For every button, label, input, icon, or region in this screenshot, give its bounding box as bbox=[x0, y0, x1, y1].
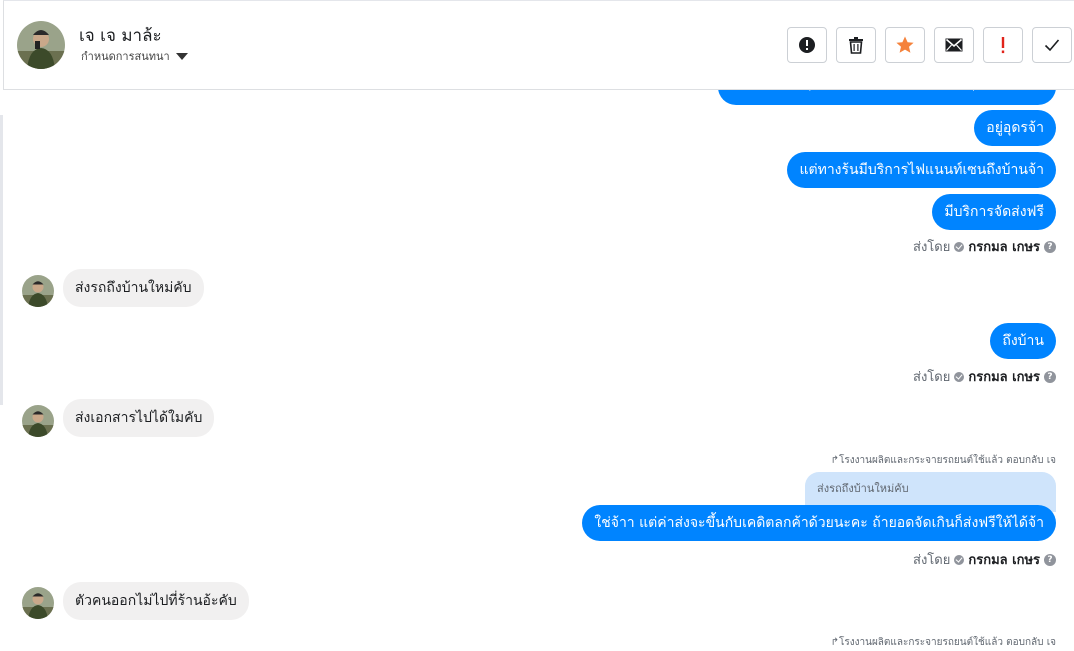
outgoing-message[interactable]: ใช่จ้าา แต่ค่าส่งจะขึ้นกับเคดิตลกค้าด้วย… bbox=[582, 505, 1056, 541]
star-button[interactable] bbox=[885, 27, 925, 63]
trash-icon bbox=[849, 37, 863, 54]
sent-by-prefix: ส่งโดย bbox=[913, 553, 951, 568]
verified-check-icon bbox=[954, 371, 965, 382]
reply-context-note: ↱โรงงานผลิตและกระจายรถยนต์ใช้แล้ว ตอบกลั… bbox=[831, 453, 1056, 468]
avatar-photo bbox=[17, 21, 65, 69]
message-thread[interactable]: จ้านั่งรถจากอุดรไปแจ้งที่อำเภอโรงงาน อุด… bbox=[0, 90, 1074, 651]
outgoing-message[interactable]: แต่ทางร้นมีบริการไฟแนนท์เซนถึงบ้านจ้า bbox=[787, 152, 1056, 188]
contact-avatar-small[interactable] bbox=[22, 275, 54, 307]
envelope-icon bbox=[945, 38, 963, 52]
sent-by-line: ส่งโดย กรกมล เกษร ? bbox=[913, 549, 1056, 570]
alert-circle-icon bbox=[799, 37, 815, 53]
caret-down-icon bbox=[175, 52, 188, 60]
contact-avatar-small[interactable] bbox=[22, 405, 54, 437]
sent-by-line: ส่งโดย กรกมล เกษร ? bbox=[913, 236, 1056, 257]
sent-by-name[interactable]: กรกมล เกษร bbox=[968, 549, 1040, 570]
outgoing-message-partial[interactable]: จ้านั่งรถจากอุดรไปแจ้งที่อำเภอโรงงาน อุด… bbox=[718, 90, 1056, 105]
verified-check-icon bbox=[954, 554, 965, 565]
done-button[interactable] bbox=[1032, 27, 1072, 63]
conversation-settings-label: กำหนดการสนทนา bbox=[81, 50, 170, 63]
sent-by-line: ส่งโดย กรกมล เกษร ? bbox=[913, 366, 1056, 387]
avatar-photo bbox=[22, 405, 54, 437]
help-icon[interactable]: ? bbox=[1044, 553, 1056, 566]
contact-avatar[interactable] bbox=[17, 21, 65, 69]
header-actions bbox=[787, 27, 1072, 63]
contact-name: เจ เจ มาล้ะ bbox=[79, 26, 162, 46]
incoming-message[interactable]: ตัวคนออกไม่ไปที่ร้านอ้ะคับ bbox=[63, 582, 249, 620]
outgoing-message[interactable]: มีบริการจัดส่งฟรี bbox=[932, 194, 1056, 230]
star-icon bbox=[896, 36, 914, 53]
help-icon[interactable]: ? bbox=[1044, 240, 1056, 253]
contact-avatar-small[interactable] bbox=[22, 587, 54, 619]
sent-by-prefix: ส่งโดย bbox=[913, 240, 951, 255]
sent-by-name[interactable]: กรกมล เกษร bbox=[968, 236, 1040, 257]
help-icon[interactable]: ? bbox=[1044, 370, 1056, 383]
verified-check-icon bbox=[954, 241, 965, 252]
reply-context-text: โรงงานผลิตและกระจายรถยนต์ใช้แล้ว ตอบกลับ… bbox=[838, 455, 1056, 466]
sent-by-name[interactable]: กรกมล เกษร bbox=[968, 366, 1040, 387]
conversation-header: เจ เจ มาล้ะ กำหนดการสนทนา bbox=[3, 0, 1074, 90]
reply-arrow-icon: ↱ bbox=[830, 455, 839, 466]
reply-context-text: โรงงานผลิตและกระจายรถยนต์ใช้แล้ว ตอบกลับ… bbox=[838, 637, 1056, 648]
checkmark-icon bbox=[1044, 39, 1060, 52]
delete-button[interactable] bbox=[836, 27, 876, 63]
important-button[interactable] bbox=[983, 27, 1023, 63]
incoming-message[interactable]: ส่งรถถึงบ้านใหม่คับ bbox=[63, 269, 204, 307]
outgoing-message[interactable]: อยู่อุดรจ้า bbox=[974, 110, 1056, 146]
avatar-photo bbox=[22, 275, 54, 307]
avatar-photo bbox=[22, 587, 54, 619]
outgoing-message[interactable]: ถึงบ้าน bbox=[990, 323, 1056, 359]
exclamation-icon bbox=[1001, 37, 1005, 54]
reply-context-note: ↱โรงงานผลิตและกระจายรถยนต์ใช้แล้ว ตอบกลั… bbox=[831, 635, 1056, 650]
sent-by-prefix: ส่งโดย bbox=[913, 370, 951, 385]
reply-arrow-icon: ↱ bbox=[830, 637, 839, 648]
incoming-message[interactable]: ส่งเอกสารไปได้ใมคับ bbox=[63, 399, 215, 437]
conversation-settings-dropdown[interactable]: กำหนดการสนทนา bbox=[81, 47, 188, 65]
spam-button[interactable] bbox=[787, 27, 827, 63]
mark-unread-button[interactable] bbox=[934, 27, 974, 63]
